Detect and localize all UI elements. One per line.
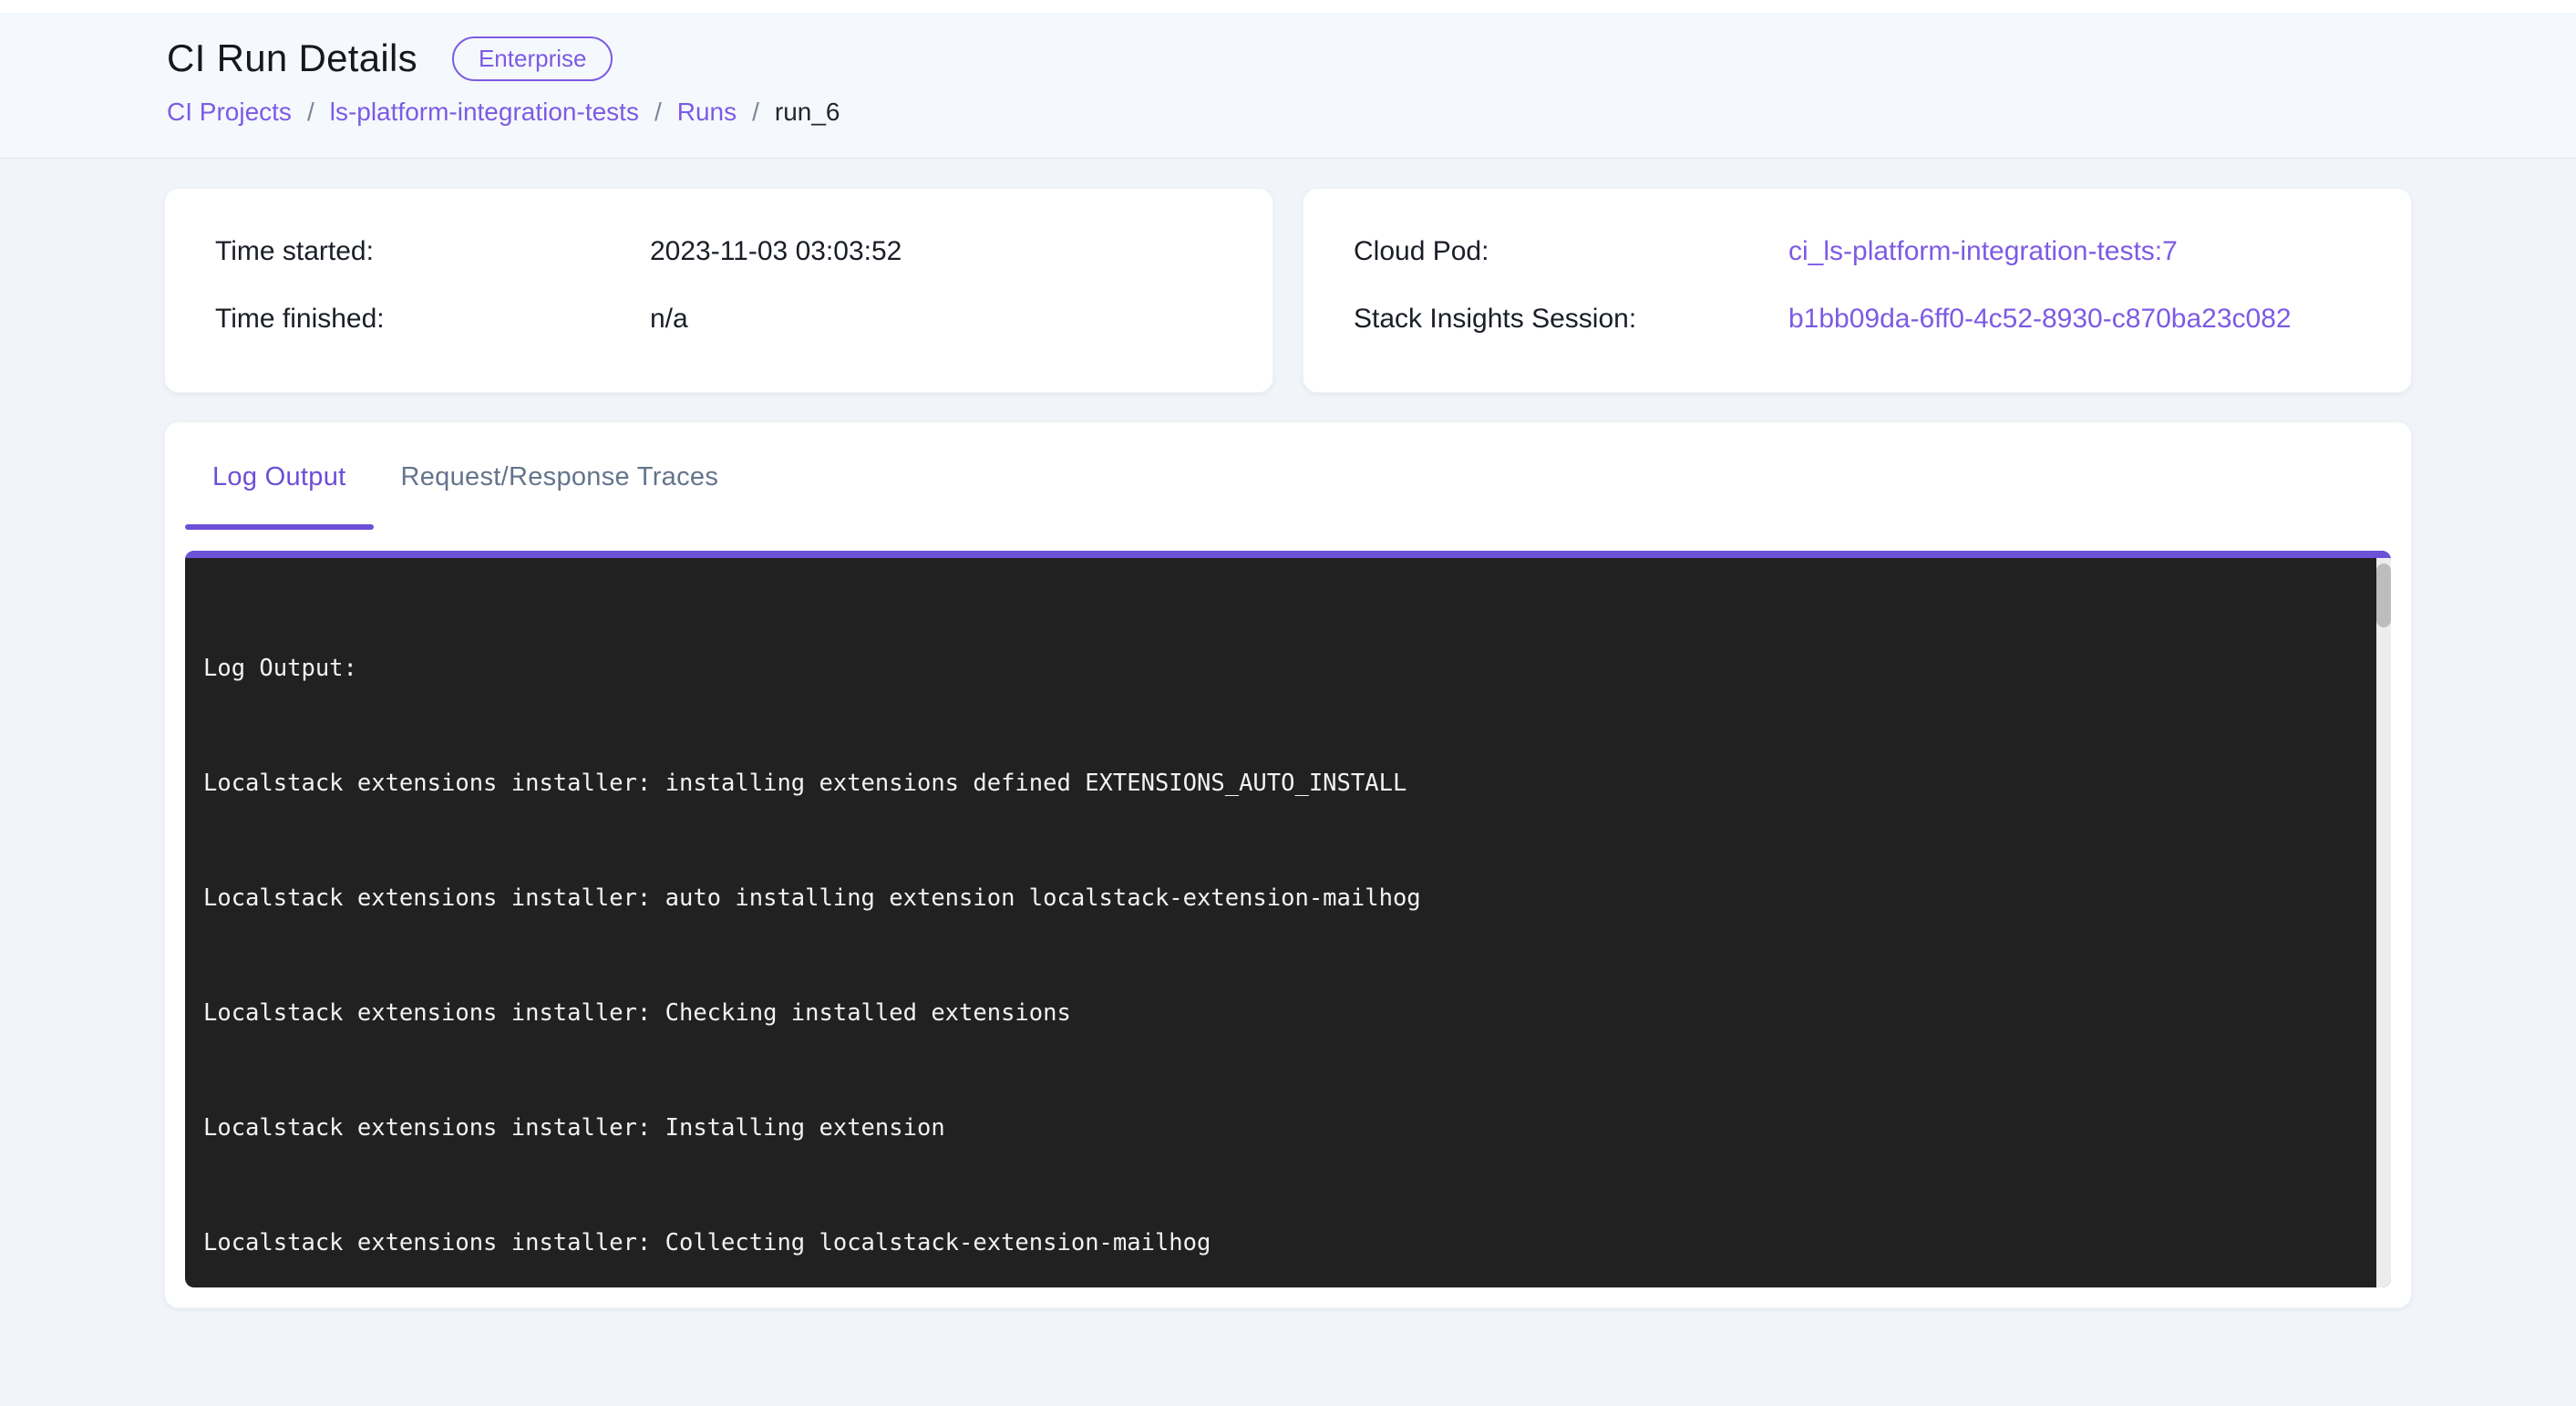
time-finished-value: n/a (650, 304, 688, 335)
breadcrumb-project[interactable]: ls-platform-integration-tests (330, 98, 639, 127)
tab-bar: Log Output Request/Response Traces (185, 442, 2391, 530)
breadcrumb-separator: / (307, 98, 314, 127)
run-times-card: Time started: 2023-11-03 03:03:52 Time f… (164, 188, 1273, 393)
log-line: Localstack extensions installer: auto in… (203, 879, 2349, 917)
log-line: Log Output: (203, 649, 2349, 687)
time-started-value: 2023-11-03 03:03:52 (650, 236, 902, 267)
time-started-row: Time started: 2023-11-03 03:03:52 (215, 236, 1222, 267)
stack-insights-session-row: Stack Insights Session: b1bb09da-6ff0-4c… (1354, 304, 2361, 335)
time-finished-label: Time finished: (215, 304, 650, 335)
tab-request-response-traces[interactable]: Request/Response Traces (374, 442, 747, 530)
page-title: CI Run Details (167, 36, 417, 80)
log-line: Localstack extensions installer: Install… (203, 1109, 2349, 1147)
top-strip (0, 0, 2576, 13)
log-line: Localstack extensions installer: Checkin… (203, 994, 2349, 1032)
stack-insights-session-label: Stack Insights Session: (1354, 304, 1788, 335)
breadcrumb-runs[interactable]: Runs (677, 98, 737, 127)
stack-insights-session-link[interactable]: b1bb09da-6ff0-4c52-8930-c870ba23c082 (1788, 304, 2292, 335)
main-content: Time started: 2023-11-03 03:03:52 Time f… (0, 159, 2576, 1308)
log-output-card: Log Output Request/Response Traces Log O… (164, 421, 2412, 1308)
cloud-pod-row: Cloud Pod: ci_ls-platform-integration-te… (1354, 236, 2361, 267)
cloud-pod-label: Cloud Pod: (1354, 236, 1788, 267)
log-output-terminal[interactable]: Log Output: Localstack extensions instal… (185, 551, 2391, 1287)
page-header: CI Run Details Enterprise CI Projects / … (0, 13, 2576, 159)
time-finished-row: Time finished: n/a (215, 304, 1222, 335)
log-line: Localstack extensions installer: Collect… (203, 1224, 2349, 1262)
log-line: Localstack extensions installer: install… (203, 764, 2349, 802)
breadcrumb-ci-projects[interactable]: CI Projects (167, 98, 292, 127)
session-card: Cloud Pod: ci_ls-platform-integration-te… (1303, 188, 2412, 393)
breadcrumb: CI Projects / ls-platform-integration-te… (167, 98, 2412, 127)
breadcrumb-current-run: run_6 (775, 98, 840, 127)
tab-log-output[interactable]: Log Output (185, 442, 374, 530)
terminal-scrollbar-track[interactable] (2376, 558, 2391, 1287)
enterprise-badge: Enterprise (452, 36, 613, 81)
time-started-label: Time started: (215, 236, 650, 267)
breadcrumb-separator: / (654, 98, 662, 127)
breadcrumb-separator: / (752, 98, 759, 127)
terminal-log-text: Log Output: Localstack extensions instal… (185, 558, 2391, 1287)
terminal-scrollbar-thumb[interactable] (2376, 563, 2391, 627)
terminal-accent-bar (185, 551, 2391, 558)
cloud-pod-link[interactable]: ci_ls-platform-integration-tests:7 (1788, 236, 2178, 267)
